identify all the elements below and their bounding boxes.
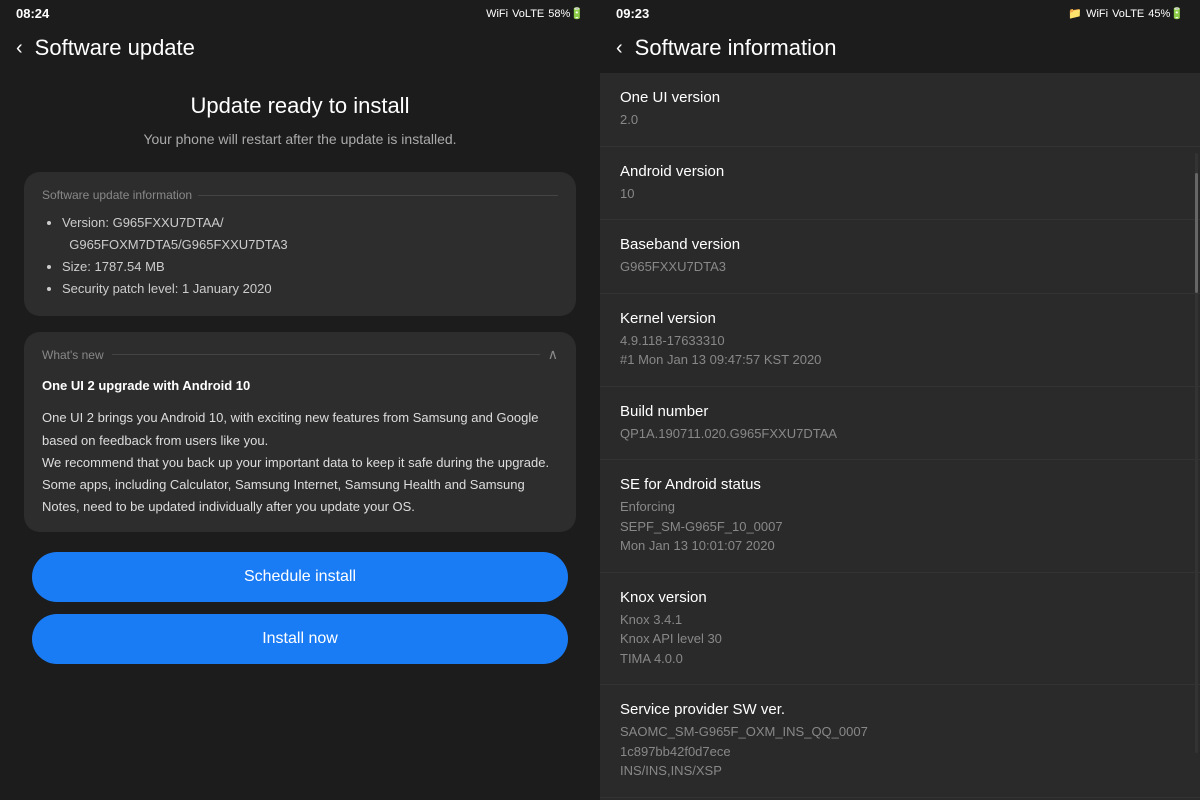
status-icons-left: WiFi VoLTE 58%🔋 — [486, 7, 584, 20]
value-service-provider: SAOMC_SM-G965F_OXM_INS_QQ_00071c897bb42f… — [620, 722, 1180, 781]
row-knox: Knox version Knox 3.4.1Knox API level 30… — [600, 573, 1200, 686]
wifi-icon: WiFi — [486, 8, 508, 20]
right-content-wrapper: One UI version 2.0 Android version 10 Ba… — [600, 73, 1200, 800]
back-button-right[interactable]: ‹ — [616, 37, 623, 60]
info-card: Software update information Version: G96… — [24, 172, 576, 316]
info-card-title: Software update information — [42, 188, 558, 202]
status-icons-right: 📁 WiFi VoLTE 45%🔋 — [1068, 7, 1184, 20]
value-se-android: EnforcingSEPF_SM-G965F_10_0007Mon Jan 13… — [620, 497, 1180, 556]
left-content: Update ready to install Your phone will … — [0, 73, 600, 800]
whats-new-header: What's new ∧ — [42, 346, 558, 363]
row-se-android: SE for Android status EnforcingSEPF_SM-G… — [600, 460, 1200, 573]
battery-icon: 58%🔋 — [548, 7, 584, 20]
label-knox: Knox version — [620, 589, 1180, 606]
whats-new-body: One UI 2 brings you Android 10, with exc… — [42, 407, 558, 517]
whats-new-content: One UI 2 upgrade with Android 10 One UI … — [42, 375, 558, 518]
value-baseband: G965FXXU7DTA3 — [620, 257, 1180, 277]
row-build: Build number QP1A.190711.020.G965FXXU7DT… — [600, 387, 1200, 461]
update-heading: Update ready to install — [191, 93, 410, 119]
row-one-ui: One UI version 2.0 — [600, 73, 1200, 147]
update-subtext: Your phone will restart after the update… — [143, 129, 456, 150]
top-bar-left: ‹ Software update — [0, 27, 600, 73]
label-service-provider: Service provider SW ver. — [620, 701, 1180, 718]
value-one-ui: 2.0 — [620, 110, 1180, 130]
row-android: Android version 10 — [600, 147, 1200, 221]
label-android: Android version — [620, 163, 1180, 180]
left-panel: 08:24 WiFi VoLTE 58%🔋 ‹ Software update … — [0, 0, 600, 800]
time-right: 09:23 — [616, 6, 649, 21]
status-bar-left: 08:24 WiFi VoLTE 58%🔋 — [0, 0, 600, 27]
schedule-install-button[interactable]: Schedule install — [32, 552, 568, 602]
buttons-section: Schedule install Install now — [24, 552, 576, 680]
bullet-security: Security patch level: 1 January 2020 — [62, 278, 558, 300]
whats-new-divider — [112, 354, 540, 355]
whats-new-title: What's new — [42, 348, 104, 362]
page-title-left: Software update — [35, 35, 195, 61]
whats-new-headline: One UI 2 upgrade with Android 10 — [42, 375, 558, 397]
value-knox: Knox 3.4.1Knox API level 30TIMA 4.0.0 — [620, 610, 1180, 669]
row-kernel: Kernel version 4.9.118-17633310#1 Mon Ja… — [600, 294, 1200, 387]
label-se-android: SE for Android status — [620, 476, 1180, 493]
top-bar-right: ‹ Software information — [600, 27, 1200, 73]
back-button-left[interactable]: ‹ — [16, 37, 23, 60]
time-left: 08:24 — [16, 6, 49, 21]
wifi-icon-right: WiFi — [1086, 8, 1108, 20]
info-bullet-list: Version: G965FXXU7DTAA/ G965FOXM7DTA5/G9… — [42, 212, 558, 300]
scrollbar-track[interactable] — [1195, 153, 1198, 753]
value-build: QP1A.190711.020.G965FXXU7DTAA — [620, 424, 1180, 444]
page-title-right: Software information — [635, 35, 837, 61]
software-info-list: One UI version 2.0 Android version 10 Ba… — [600, 73, 1200, 800]
bullet-size: Size: 1787.54 MB — [62, 256, 558, 278]
label-one-ui: One UI version — [620, 89, 1180, 106]
signal-icon: VoLTE — [512, 8, 544, 20]
whats-new-section: What's new ∧ One UI 2 upgrade with Andro… — [24, 332, 576, 532]
right-panel: 09:23 📁 WiFi VoLTE 45%🔋 ‹ Software infor… — [600, 0, 1200, 800]
value-android: 10 — [620, 184, 1180, 204]
chevron-up-icon[interactable]: ∧ — [548, 346, 558, 363]
label-kernel: Kernel version — [620, 310, 1180, 327]
row-baseband: Baseband version G965FXXU7DTA3 — [600, 220, 1200, 294]
scrollbar-thumb[interactable] — [1195, 173, 1198, 293]
install-now-button[interactable]: Install now — [32, 614, 568, 664]
value-kernel: 4.9.118-17633310#1 Mon Jan 13 09:47:57 K… — [620, 331, 1180, 370]
battery-icon-right: 45%🔋 — [1148, 7, 1184, 20]
status-bar-right: 09:23 📁 WiFi VoLTE 45%🔋 — [600, 0, 1200, 27]
folder-icon: 📁 — [1068, 7, 1082, 20]
label-build: Build number — [620, 403, 1180, 420]
bullet-version: Version: G965FXXU7DTAA/ G965FOXM7DTA5/G9… — [62, 212, 558, 256]
signal-icon-right: VoLTE — [1112, 8, 1144, 20]
label-baseband: Baseband version — [620, 236, 1180, 253]
row-service-provider: Service provider SW ver. SAOMC_SM-G965F_… — [600, 685, 1200, 798]
